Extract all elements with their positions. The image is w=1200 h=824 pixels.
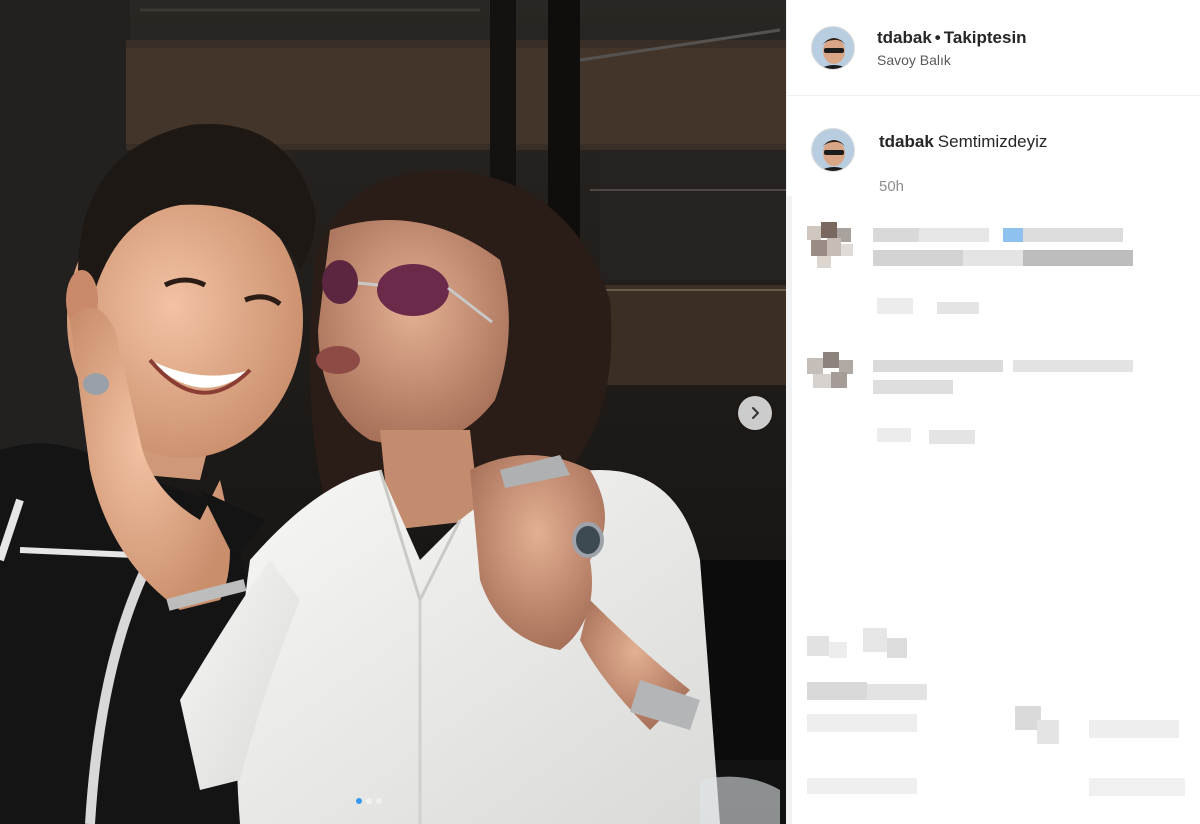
username-link[interactable]: tdabak: [877, 28, 932, 47]
blurred-comment-meta: [877, 298, 1007, 318]
separator: •: [934, 28, 941, 47]
post-author: tdabak • Takiptesin: [877, 28, 1027, 48]
blurred-action-bar: [807, 628, 1197, 818]
blurred-comment-meta: [877, 428, 997, 448]
carousel-dot-2: [366, 798, 372, 804]
post-timestamp[interactable]: 50h: [879, 178, 904, 195]
profile-avatar-icon: [812, 129, 854, 171]
caption-body: Semtimizdeyiz: [937, 132, 1048, 151]
carousel-indicator: [356, 798, 382, 804]
carousel-dot-1: [356, 798, 362, 804]
post-photo-image: [0, 0, 786, 824]
post-photo[interactable]: [0, 0, 786, 824]
carousel-dot-3: [376, 798, 382, 804]
caption-username[interactable]: tdabak: [879, 132, 934, 151]
blurred-comment-avatar: [807, 352, 859, 396]
chevron-right-icon: [752, 407, 759, 419]
blurred-comment-text: [873, 360, 1143, 400]
post-side-panel: tdabak • Takiptesin Savoy Balık tdabak Semt…: [786, 0, 1200, 824]
blurred-comment-avatar: [807, 222, 867, 274]
post-header: tdabak • Takiptesin Savoy Balık: [787, 0, 1200, 96]
avatar[interactable]: [811, 26, 855, 70]
caption: tdabak Semtimizdeyiz 50h: [787, 120, 1200, 200]
next-photo-button[interactable]: [738, 396, 772, 430]
caption-avatar[interactable]: [811, 128, 855, 172]
profile-avatar-icon: [812, 27, 854, 69]
comments-scrollbar[interactable]: [786, 196, 792, 824]
caption-text: tdabak Semtimizdeyiz: [879, 132, 1047, 152]
location-link[interactable]: Savoy Balık: [877, 52, 951, 68]
blurred-comment-text: [873, 228, 1143, 276]
follow-status[interactable]: Takiptesin: [944, 28, 1027, 47]
